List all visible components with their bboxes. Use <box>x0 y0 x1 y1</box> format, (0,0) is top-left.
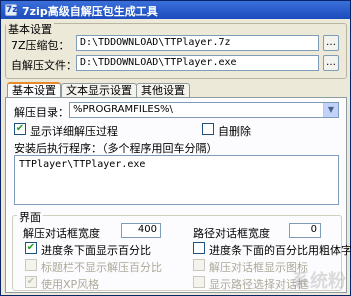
watermark-text: 系统粉 <box>292 271 346 292</box>
ui-settings-title: 界面 <box>17 209 43 225</box>
extract-dir-select[interactable]: %PROGRAMFILES%\ ▼ <box>69 102 339 118</box>
show-progress-checkbox[interactable]: ✔ <box>14 123 26 135</box>
bold-percent-label: 进度条下面的百分比用粗体字 <box>209 244 351 257</box>
extract-dir-value: %PROGRAMFILES%\ <box>73 104 173 115</box>
app-window: 7z 7zip高级自解压包生成工具 基本设置 7Z压缩包： D:\TDDOWNL… <box>0 0 351 296</box>
dialog-width-input[interactable]: 400 <box>121 223 161 238</box>
basic-settings-group: 基本设置 7Z压缩包： D:\TDDOWNLOAD\TTPlayer.7z … … <box>5 21 347 79</box>
bold-percent-checkbox[interactable] <box>193 242 205 254</box>
show-icon-checkbox[interactable] <box>193 259 205 271</box>
basic-settings-title: 基本设置 <box>6 21 54 37</box>
dialog-width-label: 解压对话框宽度 <box>23 227 100 240</box>
show-progress-label: 显示详细解压过程 <box>30 125 118 138</box>
extract-dir-label: 解压目录： <box>14 106 69 119</box>
path-dialog-width-input[interactable]: 0 <box>289 223 321 238</box>
self-delete-checkbox[interactable] <box>202 123 214 135</box>
sfx-browse-button[interactable]: … <box>323 55 339 71</box>
show-percent-label: 进度条下面显示百分比 <box>41 244 151 257</box>
run-after-textarea[interactable]: TTPlayer\TTPlayer.exe <box>14 155 339 205</box>
title-no-percent-label: 标题栏不显示解压百分比 <box>41 261 162 274</box>
xp-style-label: 使用XP风格 <box>41 278 100 291</box>
tab-other-settings[interactable]: 其他设置 <box>136 83 190 98</box>
tab-panel: 解压目录： %PROGRAMFILES%\ ▼ ✔ 显示详细解压过程 自删除 安… <box>5 97 351 293</box>
show-percent-checkbox[interactable]: ✔ <box>25 242 37 254</box>
archive-browse-button[interactable]: … <box>323 35 339 51</box>
chevron-down-icon[interactable]: ▼ <box>323 103 338 117</box>
title-bar[interactable]: 7z 7zip高级自解压包生成工具 <box>1 1 350 19</box>
xp-style-checkbox[interactable]: ✔ <box>25 276 37 288</box>
self-delete-label: 自删除 <box>218 125 251 138</box>
app-icon: 7z <box>5 4 18 16</box>
archive-label: 7Z压缩包： <box>11 39 70 52</box>
run-after-label: 安装后执行程序：（多个程序用回车分隔） <box>14 142 218 155</box>
path-dialog-width-label: 路径对话框宽度 <box>193 227 270 240</box>
sfx-path-input[interactable]: D:\TDDOWNLOAD\TTPlayer.exe <box>76 55 319 71</box>
tab-text-display[interactable]: 文本显示设置 <box>61 83 137 98</box>
window-title: 7zip高级自解压包生成工具 <box>22 5 158 18</box>
archive-path-input[interactable]: D:\TDDOWNLOAD\TTPlayer.7z <box>76 35 319 51</box>
path-dialog-checkbox[interactable] <box>193 276 205 288</box>
tab-strip: 基本设置 文本显示设置 其他设置 <box>5 82 347 99</box>
sfx-label: 自解压文件： <box>11 59 77 72</box>
title-no-percent-checkbox[interactable] <box>25 259 37 271</box>
